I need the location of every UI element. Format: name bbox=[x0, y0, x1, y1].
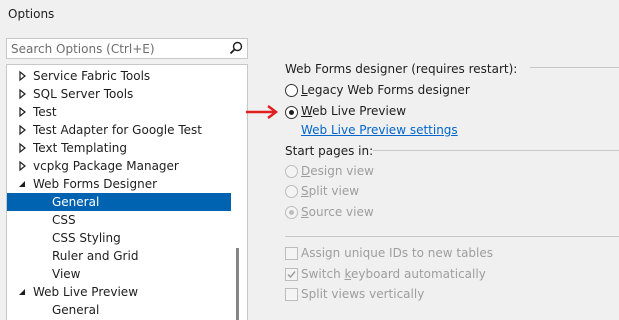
tree-item[interactable]: SQL Server Tools bbox=[7, 85, 231, 103]
split-view-label[interactable]: Split view bbox=[301, 184, 359, 198]
collapsed-arrow-icon[interactable] bbox=[17, 85, 29, 103]
tree-item[interactable]: CSS bbox=[7, 211, 231, 229]
design-view-radio[interactable] bbox=[285, 165, 298, 178]
section-divider bbox=[285, 236, 619, 237]
tree-item[interactable]: Ruler and Grid bbox=[7, 247, 231, 265]
collapsed-arrow-icon[interactable] bbox=[17, 139, 29, 157]
expanded-arrow-icon[interactable] bbox=[17, 283, 29, 301]
search-box[interactable] bbox=[6, 38, 248, 59]
tree-item[interactable]: Service Fabric Tools bbox=[7, 67, 231, 85]
collapsed-arrow-icon[interactable] bbox=[17, 67, 29, 85]
expanded-arrow-icon[interactable] bbox=[17, 175, 29, 193]
tree-item-label: Web Forms Designer bbox=[33, 177, 158, 191]
tree-item-label: Test Adapter for Google Test bbox=[33, 123, 202, 137]
source-view-radio[interactable] bbox=[285, 206, 298, 219]
start-pages-group-label: Start pages in: bbox=[285, 144, 374, 158]
tree-item-label: Web Live Preview bbox=[33, 285, 139, 299]
radio-selected-dot bbox=[289, 210, 294, 215]
split-view-radio[interactable] bbox=[285, 185, 298, 198]
tree-item-label: Test bbox=[33, 105, 57, 119]
tree-item[interactable]: General bbox=[7, 301, 231, 319]
tree-item[interactable]: Web Forms Designer bbox=[7, 175, 231, 193]
tree-item-label: Text Templating bbox=[33, 141, 128, 155]
collapsed-arrow-icon[interactable] bbox=[17, 157, 29, 175]
tree-item-label: SQL Server Tools bbox=[33, 87, 134, 101]
tree-item[interactable]: CSS Styling bbox=[7, 229, 231, 247]
tree-item-label: CSS bbox=[52, 213, 76, 227]
tree-item[interactable]: Test Adapter for Google Test bbox=[7, 121, 231, 139]
tree-item-label: View bbox=[52, 267, 81, 281]
tree-item[interactable]: Test bbox=[7, 103, 231, 121]
group-divider bbox=[373, 150, 619, 151]
tree-item-label: vcpkg Package Manager bbox=[33, 159, 179, 173]
options-panel: Web Forms designer (requires restart): L… bbox=[285, 0, 619, 320]
collapsed-arrow-icon[interactable] bbox=[17, 121, 29, 139]
scrollbar-thumb[interactable] bbox=[236, 248, 239, 320]
assign-ids-checkbox[interactable] bbox=[285, 247, 298, 260]
tree-list: Service Fabric Tools SQL Server Tools Test… bbox=[7, 67, 231, 319]
tree-item[interactable]: Text Templating bbox=[7, 139, 231, 157]
tree-item-label: CSS Styling bbox=[52, 231, 121, 245]
search-input[interactable] bbox=[7, 39, 227, 58]
radio-selected-dot bbox=[289, 110, 294, 115]
switch-keyboard-checkbox[interactable] bbox=[285, 268, 298, 281]
checkmark-icon bbox=[287, 271, 296, 279]
tree-item-label: Ruler and Grid bbox=[52, 249, 139, 263]
assign-ids-label[interactable]: Assign unique IDs to new tables bbox=[301, 246, 493, 260]
collapsed-arrow-icon[interactable] bbox=[17, 103, 29, 121]
web-live-preview-radio[interactable] bbox=[285, 106, 298, 119]
window-title: Options bbox=[8, 7, 55, 21]
tree-item-label: General bbox=[52, 195, 100, 209]
web-live-preview-settings-link[interactable]: Web Live Preview settings bbox=[301, 123, 458, 137]
tree-item[interactable]: View bbox=[7, 265, 231, 283]
legacy-designer-radio[interactable] bbox=[285, 84, 298, 97]
switch-keyboard-label[interactable]: Switch keyboard automatically bbox=[301, 267, 486, 281]
design-view-label[interactable]: Design view bbox=[301, 164, 374, 178]
tree-item[interactable]: Web Live Preview bbox=[7, 283, 231, 301]
legacy-designer-label[interactable]: Legacy Web Forms designer bbox=[301, 83, 470, 97]
group-divider bbox=[530, 67, 619, 68]
annotation-arrow-icon bbox=[246, 105, 279, 119]
source-view-label[interactable]: Source view bbox=[301, 205, 374, 219]
tree-item-label: General bbox=[52, 303, 100, 317]
web-live-preview-label[interactable]: Web Live Preview bbox=[301, 104, 406, 118]
tree-item[interactable]: vcpkg Package Manager bbox=[7, 157, 231, 175]
tree-item-label: Service Fabric Tools bbox=[33, 69, 151, 83]
search-icon[interactable] bbox=[229, 41, 243, 55]
tree-item[interactable]: General bbox=[7, 193, 231, 211]
designer-group-label: Web Forms designer (requires restart): bbox=[285, 62, 518, 76]
split-vertically-checkbox[interactable] bbox=[285, 288, 298, 301]
split-vertically-label[interactable]: Split views vertically bbox=[301, 287, 424, 301]
options-tree[interactable]: Service Fabric Tools SQL Server Tools Test… bbox=[6, 64, 248, 320]
